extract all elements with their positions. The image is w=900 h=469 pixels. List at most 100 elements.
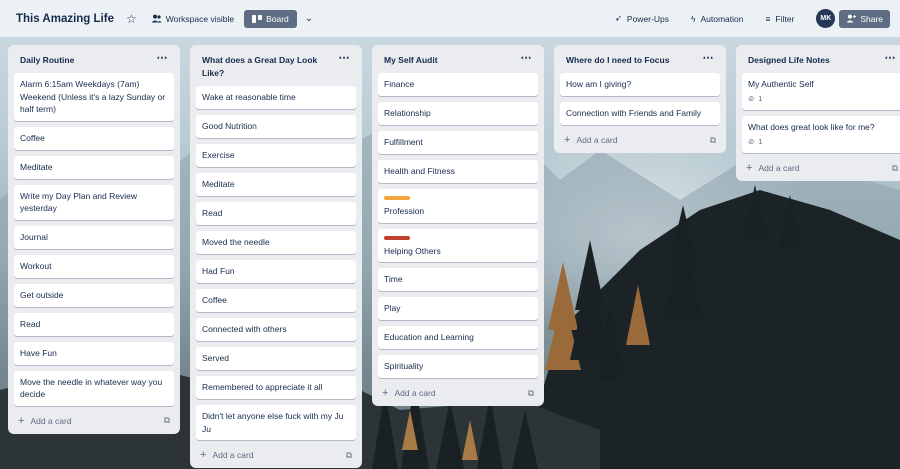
- card-template-icon[interactable]: ⧉: [528, 388, 534, 399]
- attachment-badge: ⊘ 1: [748, 93, 896, 106]
- plus-icon: +: [564, 134, 571, 146]
- card[interactable]: Have Fun: [14, 341, 174, 365]
- card[interactable]: Coffee: [196, 289, 356, 312]
- card[interactable]: Move the needle in whatever way you deci…: [14, 370, 174, 406]
- card[interactable]: Write my Day Plan and Review yesterday: [14, 184, 174, 220]
- card-template-icon[interactable]: ⧉: [164, 415, 170, 426]
- card[interactable]: Spirituality: [378, 355, 538, 378]
- rocket-icon: ➶: [614, 13, 622, 23]
- card-title: Profession: [384, 206, 425, 216]
- card-template-icon[interactable]: ⧉: [710, 135, 716, 146]
- card[interactable]: Coffee: [14, 126, 174, 150]
- card[interactable]: Meditate: [14, 155, 174, 179]
- more-icon[interactable]: ⋯: [703, 52, 715, 65]
- board-view-button[interactable]: Board: [244, 9, 297, 28]
- card[interactable]: Read: [14, 312, 174, 336]
- card[interactable]: Fulfillment: [378, 131, 538, 154]
- card-title: Didn't let anyone else fuck with my Ju J…: [202, 411, 344, 434]
- card[interactable]: Moved the needle: [196, 231, 356, 254]
- card[interactable]: Finance: [378, 73, 538, 96]
- list-title[interactable]: Designed Life Notes: [748, 55, 830, 65]
- card-title: My Authentic Self: [748, 79, 814, 89]
- board-title[interactable]: This Amazing Life: [16, 13, 114, 25]
- visibility-label: Workspace visible: [165, 13, 235, 24]
- filter-icon: ≡: [765, 13, 771, 24]
- automation-button[interactable]: ϟ Automation: [691, 14, 744, 24]
- card-title: Health and Fitness: [384, 166, 455, 176]
- add-card-button[interactable]: + Add a card ⧉: [560, 131, 720, 147]
- card-title: Workout: [20, 260, 52, 271]
- list: Designed Life Notes ⋯ My Authentic Self ⊘ 1 W…: [736, 45, 900, 181]
- card[interactable]: Read: [196, 202, 356, 225]
- list-header: My Self Audit ⋯: [378, 45, 538, 73]
- card[interactable]: My Authentic Self ⊘ 1: [742, 73, 900, 110]
- card[interactable]: Health and Fitness: [378, 160, 538, 183]
- more-icon[interactable]: ⋯: [885, 52, 897, 65]
- add-card-label: Add a card: [576, 135, 618, 145]
- card-title: Have Fun: [20, 347, 57, 358]
- list-header: Daily Routine ⋯: [14, 45, 174, 73]
- card[interactable]: Didn't let anyone else fuck with my Ju J…: [196, 405, 356, 440]
- board-view-label: Board: [266, 13, 289, 24]
- card[interactable]: Wake at reasonable time: [196, 86, 356, 109]
- avatar[interactable]: MK: [816, 9, 836, 28]
- more-icon[interactable]: ⋯: [157, 52, 169, 65]
- card[interactable]: How am I giving?: [560, 73, 720, 96]
- more-icon[interactable]: ⋯: [339, 52, 351, 65]
- card-title: What does great look like for me?: [748, 122, 875, 132]
- card[interactable]: Workout: [14, 254, 174, 278]
- card-label[interactable]: [384, 196, 410, 200]
- card[interactable]: Time: [378, 268, 538, 291]
- list-title[interactable]: What does a Great Day Look Like?: [202, 55, 317, 78]
- card[interactable]: Served: [196, 347, 356, 370]
- card[interactable]: Connection with Friends and Family: [560, 102, 720, 125]
- share-button[interactable]: Share: [839, 9, 890, 28]
- card[interactable]: Had Fun: [196, 260, 356, 283]
- share-label: Share: [860, 13, 883, 24]
- card-label[interactable]: [384, 235, 410, 240]
- list-title[interactable]: Where do I need to Focus: [566, 55, 669, 65]
- board-icon: [252, 14, 263, 23]
- card[interactable]: Relationship: [378, 102, 538, 125]
- card[interactable]: Exercise: [196, 144, 356, 167]
- visibility-button[interactable]: Workspace visible: [151, 14, 234, 24]
- add-card-button[interactable]: + Add a card ⧉: [14, 412, 174, 428]
- card[interactable]: Profession: [378, 189, 538, 223]
- powerups-button[interactable]: ➶ Power-Ups: [615, 13, 669, 24]
- card-title: Fulfillment: [384, 137, 423, 147]
- paperclip-icon: ⊘: [748, 136, 755, 146]
- add-card-button[interactable]: + Add a card ⧉: [378, 384, 538, 400]
- card[interactable]: Meditate: [196, 173, 356, 196]
- attachment-count: 1: [758, 93, 763, 103]
- list-title[interactable]: Daily Routine: [20, 55, 74, 65]
- card-title: Play: [384, 303, 401, 313]
- card[interactable]: Helping Others: [378, 228, 538, 262]
- card[interactable]: Get outside: [14, 283, 174, 307]
- card-title: Alarm 6:15am Weekdays (7am) Weekend (Unl…: [20, 79, 166, 114]
- card[interactable]: Journal: [14, 225, 174, 249]
- add-card-label: Add a card: [212, 450, 254, 460]
- card[interactable]: Good Nutrition: [196, 115, 356, 138]
- star-icon[interactable]: ☆: [126, 12, 137, 26]
- plus-icon: +: [746, 162, 753, 174]
- card[interactable]: Education and Learning: [378, 326, 538, 349]
- card[interactable]: Alarm 6:15am Weekdays (7am) Weekend (Unl…: [14, 73, 174, 121]
- filter-button[interactable]: ≡ Filter: [765, 14, 794, 24]
- card-title: Remembered to appreciate it all: [202, 382, 323, 392]
- card[interactable]: What does great look like for me? ⊘ 1: [742, 116, 900, 153]
- add-card-button[interactable]: + Add a card ⧉: [196, 446, 356, 462]
- card-title: Read: [20, 318, 41, 329]
- list: What does a Great Day Look Like? ⋯ Wake at…: [190, 45, 362, 468]
- card[interactable]: Connected with others: [196, 318, 356, 341]
- card-title: How am I giving?: [566, 79, 632, 89]
- card[interactable]: Remembered to appreciate it all: [196, 376, 356, 399]
- card-title: Meditate: [202, 179, 235, 189]
- chevron-down-icon[interactable]: ⌄: [305, 13, 313, 24]
- more-icon[interactable]: ⋯: [521, 52, 533, 65]
- card[interactable]: Play: [378, 297, 538, 320]
- card-title: Move the needle in whatever way you deci…: [20, 376, 163, 400]
- add-card-button[interactable]: + Add a card ⧉: [742, 159, 900, 175]
- card-template-icon[interactable]: ⧉: [892, 163, 898, 174]
- list-title[interactable]: My Self Audit: [384, 55, 438, 65]
- card-template-icon[interactable]: ⧉: [346, 450, 352, 461]
